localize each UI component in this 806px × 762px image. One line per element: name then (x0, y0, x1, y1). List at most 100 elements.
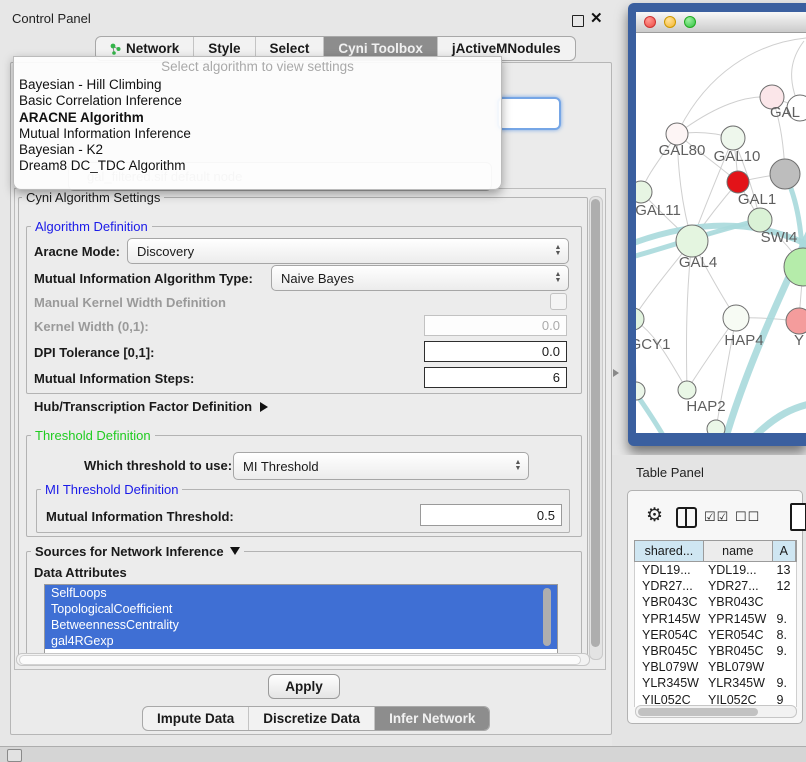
network-canvas[interactable]: GALGAL80GAL10GAL1GAL11SWI4GAL4GCY1HAP4YH… (636, 33, 806, 433)
data-attributes-list[interactable]: SelfLoopsTopologicalCoefficientBetweenne… (44, 584, 558, 654)
network-node[interactable] (636, 382, 645, 400)
float-window-icon[interactable] (572, 15, 584, 27)
column-header-shared...[interactable]: shared... (635, 541, 704, 561)
network-window-titlebar[interactable] (636, 12, 806, 33)
table-row[interactable]: YBR043CYBR043C (635, 594, 796, 610)
minimize-traffic-light-icon[interactable] (664, 16, 676, 28)
manual-kernel-checkbox[interactable] (550, 293, 567, 310)
combo-arrows-icon: ▲▼ (510, 460, 528, 472)
table-cell: YPR145W (635, 611, 704, 627)
which-threshold-combo[interactable]: MI Threshold ▲▼ (233, 452, 529, 480)
aracne-mode-label: Aracne Mode: (34, 244, 120, 259)
algorithm-dropdown-popup: Select algorithm to view settings Bayesi… (13, 56, 502, 190)
table-cell: YBR043C (704, 594, 773, 610)
table-cell (773, 659, 796, 675)
attribute-list-scrollbar[interactable] (543, 588, 551, 646)
network-icon (110, 43, 121, 55)
tab-infer-network[interactable]: Infer Network (375, 707, 489, 730)
network-edge-highlighted[interactable] (754, 403, 806, 433)
splitter-collapse-icon[interactable] (613, 369, 619, 377)
table-file-icon[interactable] (790, 503, 806, 531)
mi-steps-field[interactable]: 6 (424, 367, 567, 388)
table-cell: YER054C (704, 627, 773, 643)
table-hscrollbar[interactable] (635, 705, 797, 718)
gear-icon[interactable]: ⚙ (646, 504, 663, 527)
tab-discretize-data[interactable]: Discretize Data (249, 707, 375, 730)
mini-panel-icon[interactable] (7, 749, 22, 762)
kernel-width-field[interactable]: 0.0 (424, 315, 567, 336)
table-row[interactable]: YBR045CYBR045C9. (635, 643, 796, 659)
algorithm-option[interactable]: Mutual Information Inference (14, 125, 501, 141)
network-edge[interactable] (636, 319, 687, 390)
algorithm-option[interactable]: Basic Correlation Inference (14, 92, 501, 108)
apply-button[interactable]: Apply (268, 674, 340, 699)
table-cell: 9. (773, 643, 796, 659)
table-row[interactable]: YPR145WYPR145W9. (635, 611, 796, 627)
algorithm-option[interactable]: Bayesian - K2 (14, 141, 501, 157)
popup-placeholder: Select algorithm to view settings (14, 57, 501, 76)
settings-hscrollbar[interactable] (16, 653, 590, 666)
application-window: Control Panel ✕ NetworkStyleSelectCyni T… (0, 0, 806, 762)
network-node[interactable] (721, 126, 745, 150)
table-cell: YDL19... (704, 562, 773, 578)
table-row[interactable]: YDL19...YDL19...13 (635, 562, 796, 578)
table-row[interactable]: YBL079WYBL079W (635, 659, 796, 675)
close-icon[interactable]: ✕ (590, 9, 603, 27)
sources-title-toggle[interactable]: Sources for Network Inference (31, 544, 244, 559)
settings-hscrollbar-thumb[interactable] (19, 655, 581, 665)
attribute-list-item[interactable]: SelfLoops (45, 585, 557, 601)
settings-vscrollbar-thumb[interactable] (591, 199, 600, 647)
node-label: GAL80 (659, 142, 706, 159)
deselect-all-icon[interactable]: ☐☐ (735, 509, 760, 525)
focused-combo-fragment[interactable] (497, 97, 561, 130)
table-row[interactable]: YLR345WYLR345W9. (635, 675, 796, 691)
mi-type-combo[interactable]: Naive Bayes ▲▼ (271, 265, 569, 291)
algorithm-option[interactable]: ARACNE Algorithm (14, 109, 501, 125)
zoom-traffic-light-icon[interactable] (684, 16, 696, 28)
node-label: GAL4 (679, 254, 717, 271)
attribute-list-item[interactable]: gal4RGexp (45, 633, 557, 649)
network-node[interactable] (786, 308, 806, 334)
attribute-list-item[interactable]: BetweennessCentrality (45, 617, 557, 633)
mi-threshold-title: MI Threshold Definition (41, 482, 182, 497)
combo-arrows-icon: ▲▼ (550, 245, 568, 257)
select-all-icon[interactable]: ☑☑ (704, 509, 729, 525)
node-label: GAL11 (636, 202, 681, 219)
table-cell: 9. (773, 611, 796, 627)
cyni-bottom-tabbar: Impute DataDiscretize DataInfer Network (142, 706, 490, 731)
network-node[interactable] (678, 381, 696, 399)
aracne-mode-combo[interactable]: Discovery ▲▼ (127, 238, 569, 264)
hub-definition-toggle[interactable]: Hub/Transcription Factor Definition (34, 399, 268, 414)
attribute-list-item[interactable]: TopologicalCoefficient (45, 601, 557, 617)
table-row[interactable]: YDR27...YDR27...12 (635, 578, 796, 594)
node-label: HAP4 (724, 332, 763, 349)
mi-steps-label: Mutual Information Steps: (34, 371, 194, 386)
network-node[interactable] (770, 159, 800, 189)
mi-threshold-field[interactable]: 0.5 (420, 504, 562, 526)
mi-threshold-label: Mutual Information Threshold: (46, 509, 234, 524)
column-view-icon[interactable] (676, 507, 697, 528)
tab-impute-data[interactable]: Impute Data (143, 707, 249, 730)
bottom-strip (0, 746, 806, 762)
table-cell: YBR045C (704, 643, 773, 659)
node-label: GAL (770, 104, 800, 121)
network-node[interactable] (727, 171, 749, 193)
algorithm-option[interactable]: Dream8 DC_TDC Algorithm (14, 157, 501, 173)
threshold-definition-title: Threshold Definition (31, 428, 155, 443)
node-label: GCY1 (636, 336, 670, 353)
table-cell: YDR27... (704, 578, 773, 594)
close-traffic-light-icon[interactable] (644, 16, 656, 28)
table-row[interactable]: YER054CYER054C8. (635, 627, 796, 643)
column-header-name[interactable]: name (704, 541, 773, 561)
table-cell: YPR145W (704, 611, 773, 627)
network-node[interactable] (636, 181, 652, 203)
network-node[interactable] (723, 305, 749, 331)
dpi-tolerance-field[interactable]: 0.0 (424, 341, 567, 362)
network-edge[interactable] (677, 97, 772, 134)
column-header-A[interactable]: A (773, 541, 796, 561)
algorithm-option[interactable]: Bayesian - Hill Climbing (14, 76, 501, 92)
network-node[interactable] (707, 420, 725, 433)
table-panel-title: Table Panel (636, 465, 704, 480)
table-hscrollbar-thumb[interactable] (638, 708, 758, 716)
network-node[interactable] (676, 225, 708, 257)
